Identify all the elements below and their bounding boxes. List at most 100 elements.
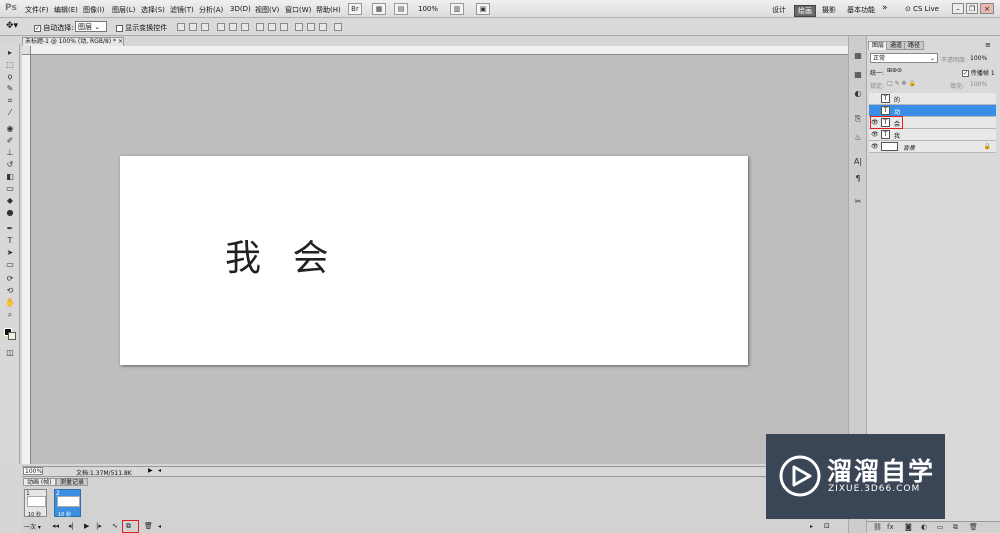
distribute-left-icon[interactable] xyxy=(295,23,303,31)
blend-mode-dropdown[interactable]: 正常 ⌄ xyxy=(870,53,938,63)
eye-icon[interactable]: 👁 xyxy=(871,131,879,138)
more-workspaces-icon[interactable]: » xyxy=(882,3,888,13)
move-tool-icon[interactable]: ▸ xyxy=(4,48,16,58)
swatches-panel-icon[interactable]: ▦ xyxy=(852,69,864,80)
adjustments-panel-icon[interactable]: ◐ xyxy=(852,88,864,99)
align-top-icon[interactable] xyxy=(177,23,185,31)
screen-mode-icon[interactable]: ▣ xyxy=(476,3,490,15)
animation-frame-1[interactable]: 1 10 秒 xyxy=(24,489,47,518)
3d-rotate-tool-icon[interactable]: ⟳ xyxy=(4,274,16,284)
type-tool-icon[interactable]: T xyxy=(4,236,16,246)
distribute-bottom-icon[interactable] xyxy=(280,23,288,31)
align-bottom-icon[interactable] xyxy=(201,23,209,31)
quick-mask-icon[interactable]: ◫ xyxy=(4,348,16,358)
canvas[interactable]: 我 会 xyxy=(120,156,748,365)
new-group-icon[interactable]: ▭ xyxy=(937,523,944,531)
history-panel-icon[interactable]: ⎘ xyxy=(852,113,864,124)
layer-row[interactable]: 👁 T 我 xyxy=(869,129,996,141)
bridge-icon[interactable]: Br xyxy=(348,3,362,15)
next-frame-icon[interactable]: |▸ xyxy=(96,522,102,530)
layer-mask-icon[interactable]: ◙ xyxy=(905,523,912,531)
brush-tool-icon[interactable]: ✐ xyxy=(4,136,16,146)
crop-tool-icon[interactable]: ⌗ xyxy=(4,96,16,106)
frame-delay[interactable]: 10 秒 xyxy=(58,511,71,518)
align-vcenter-icon[interactable] xyxy=(189,23,197,31)
color-panel-icon[interactable]: ▦ xyxy=(852,50,864,61)
screen-layout-icon[interactable]: ▤ xyxy=(394,3,408,15)
delete-frame-icon[interactable]: 🗑 xyxy=(144,522,153,530)
close-icon[interactable]: × xyxy=(118,38,123,45)
workspace-design[interactable]: 设计 xyxy=(772,5,786,15)
menu-3d[interactable]: 3D(D) xyxy=(230,5,251,13)
opacity-value[interactable]: 100% xyxy=(970,55,987,62)
path-select-tool-icon[interactable]: ➤ xyxy=(4,248,16,258)
tab-channels[interactable]: 通道 xyxy=(886,41,907,50)
menu-image[interactable]: 图像(I) xyxy=(83,5,105,15)
scroll-left-icon[interactable]: ◂ xyxy=(158,523,161,530)
document-tab[interactable]: 未标题-1 @ 100% (动, RGB/8) * × xyxy=(22,37,124,46)
menu-help[interactable]: 帮助(H) xyxy=(316,5,341,15)
menu-edit[interactable]: 编辑(E) xyxy=(54,5,78,15)
lasso-tool-icon[interactable]: ϙ xyxy=(4,72,16,82)
play-icon[interactable]: ▶ xyxy=(84,522,89,530)
zoom-tool-icon[interactable]: ⌕ xyxy=(4,310,16,320)
background-color-swatch[interactable] xyxy=(8,332,16,340)
frame-delay[interactable]: 10 秒 xyxy=(28,511,41,518)
propagate-frame-checkbox[interactable]: ✓ 传播帧 1 xyxy=(962,68,995,77)
clone-stamp-tool-icon[interactable]: ⊥ xyxy=(4,148,16,158)
move-tool-icon[interactable]: ✥▾ xyxy=(6,21,18,31)
gradient-tool-icon[interactable]: ▭ xyxy=(4,184,16,194)
blur-tool-icon[interactable]: ◆ xyxy=(4,196,16,206)
layer-row[interactable]: 👁 背景 🔒 xyxy=(869,141,996,153)
show-transform-checkbox[interactable]: 显示变换控件 xyxy=(116,23,167,33)
distribute-right-icon[interactable] xyxy=(319,23,327,31)
auto-select-checkbox[interactable]: ✓ 自动选择: xyxy=(34,23,74,33)
dodge-tool-icon[interactable]: ● xyxy=(4,208,16,218)
extras-icon[interactable]: ▦ xyxy=(372,3,386,15)
shape-tool-icon[interactable]: ▭ xyxy=(4,260,16,270)
distribute-vcenter-icon[interactable] xyxy=(268,23,276,31)
history-brush-tool-icon[interactable]: ↺ xyxy=(4,160,16,170)
pen-tool-icon[interactable]: ✒ xyxy=(4,224,16,234)
character-panel-icon[interactable]: A| xyxy=(852,156,864,167)
eyedropper-tool-icon[interactable]: ⁄ xyxy=(4,108,16,118)
tab-paths[interactable]: 路径 xyxy=(904,41,925,50)
menu-window[interactable]: 窗口(W) xyxy=(285,5,311,15)
cs-live-button[interactable]: ⊙ CS Live xyxy=(905,5,939,13)
eye-icon[interactable]: 👁 xyxy=(871,143,879,150)
quick-select-tool-icon[interactable]: ✎ xyxy=(4,84,16,94)
animation-frame-2[interactable]: 2 10 秒 xyxy=(54,489,81,518)
tab-animation-frames[interactable]: 动画 (帧) xyxy=(23,478,56,486)
menu-select[interactable]: 选择(S) xyxy=(141,5,165,15)
workspace-photography[interactable]: 摄影 xyxy=(822,5,836,15)
tab-measurement-log[interactable]: 测量记录 xyxy=(56,478,89,486)
prev-frame-icon[interactable]: ◂| xyxy=(68,522,74,530)
ruler-origin[interactable] xyxy=(22,46,31,55)
link-layers-icon[interactable]: ⛓ xyxy=(873,523,882,531)
visibility-toggle[interactable] xyxy=(871,95,878,102)
convert-timeline-icon[interactable]: ⊡ xyxy=(824,522,830,530)
lock-icons[interactable]: □ ✎ ✥ 🔒 xyxy=(887,80,916,87)
menu-analysis[interactable]: 分析(A) xyxy=(199,5,223,15)
menu-view[interactable]: 视图(V) xyxy=(255,5,279,15)
delete-layer-icon[interactable]: 🗑 xyxy=(969,523,978,531)
healing-brush-tool-icon[interactable]: ◉ xyxy=(4,124,16,134)
zoom-field[interactable]: 100% xyxy=(23,467,43,475)
loop-dropdown[interactable]: 一次 ▾ xyxy=(24,522,41,531)
layer-row[interactable]: T 的 xyxy=(869,93,996,105)
status-menu-arrow-icon[interactable]: ▶ xyxy=(148,467,153,474)
menu-filter[interactable]: 滤镜(T) xyxy=(170,5,194,15)
eraser-tool-icon[interactable]: ◧ xyxy=(4,172,16,182)
brush-panel-icon[interactable]: ♨ xyxy=(852,132,864,143)
new-layer-icon[interactable]: ⧉ xyxy=(953,523,958,532)
workspace-painting[interactable]: 绘画 xyxy=(794,5,816,17)
menu-file[interactable]: 文件(F) xyxy=(25,5,49,15)
scroll-right-icon[interactable]: ▸ xyxy=(810,523,813,530)
arrange-documents-icon[interactable]: ▥ xyxy=(450,3,464,15)
duplicate-frame-icon[interactable]: ⧉ xyxy=(126,522,131,531)
visibility-toggle[interactable] xyxy=(871,107,878,114)
fill-value[interactable]: 100% xyxy=(970,81,987,88)
distribute-hcenter-icon[interactable] xyxy=(307,23,315,31)
marquee-tool-icon[interactable]: ⬚ xyxy=(4,60,16,70)
paragraph-panel-icon[interactable]: ¶ xyxy=(852,173,864,184)
